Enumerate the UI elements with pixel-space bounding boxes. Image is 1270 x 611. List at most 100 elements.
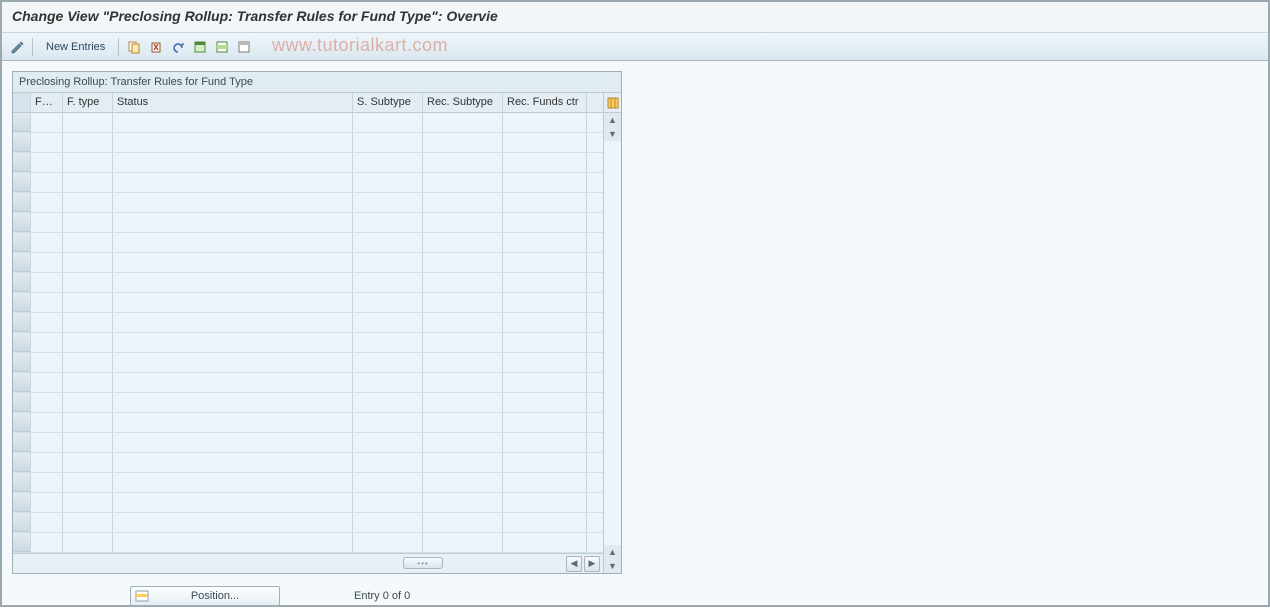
cell-ftype[interactable] <box>63 493 113 512</box>
row-selector[interactable] <box>13 253 31 272</box>
cell-rec-subtype[interactable] <box>423 513 503 532</box>
cell-ftype[interactable] <box>63 353 113 372</box>
cell-s-subtype[interactable] <box>353 153 423 172</box>
cell-fm[interactable] <box>31 413 63 432</box>
cell-rec-subtype[interactable] <box>423 293 503 312</box>
cell-status[interactable] <box>113 533 353 552</box>
cell-status[interactable] <box>113 353 353 372</box>
row-selector[interactable] <box>13 453 31 472</box>
row-selector[interactable] <box>13 233 31 252</box>
row-selector[interactable] <box>13 513 31 532</box>
table-row[interactable] <box>13 313 603 333</box>
position-button[interactable]: Position... <box>130 586 280 606</box>
cell-s-subtype[interactable] <box>353 253 423 272</box>
cell-fm[interactable] <box>31 433 63 452</box>
cell-rec-funds-ctr[interactable] <box>503 533 587 552</box>
cell-ftype[interactable] <box>63 393 113 412</box>
cell-ftype[interactable] <box>63 313 113 332</box>
cell-status[interactable] <box>113 453 353 472</box>
table-row[interactable] <box>13 373 603 393</box>
cell-ftype[interactable] <box>63 473 113 492</box>
row-selector[interactable] <box>13 493 31 512</box>
copy-icon[interactable] <box>125 38 143 56</box>
vscroll-track[interactable] <box>604 141 621 545</box>
cell-s-subtype[interactable] <box>353 433 423 452</box>
cell-s-subtype[interactable] <box>353 513 423 532</box>
cell-rec-funds-ctr[interactable] <box>503 253 587 272</box>
hscroll-right-button[interactable]: ▶ <box>584 556 600 572</box>
cell-fm[interactable] <box>31 533 63 552</box>
cell-rec-subtype[interactable] <box>423 333 503 352</box>
cell-ftype[interactable] <box>63 193 113 212</box>
cell-ftype[interactable] <box>63 513 113 532</box>
table-settings-icon[interactable] <box>604 93 621 113</box>
undo-icon[interactable] <box>169 38 187 56</box>
cell-fm[interactable] <box>31 293 63 312</box>
table-row[interactable] <box>13 133 603 153</box>
vscroll-up-button-2[interactable]: ▲ <box>604 545 621 559</box>
cell-s-subtype[interactable] <box>353 313 423 332</box>
cell-fm[interactable] <box>31 253 63 272</box>
cell-fm[interactable] <box>31 173 63 192</box>
cell-ftype[interactable] <box>63 453 113 472</box>
row-selector[interactable] <box>13 113 31 132</box>
cell-rec-funds-ctr[interactable] <box>503 413 587 432</box>
cell-fm[interactable] <box>31 153 63 172</box>
vscroll-up-button[interactable]: ▲ <box>604 113 621 127</box>
cell-status[interactable] <box>113 113 353 132</box>
cell-fm[interactable] <box>31 513 63 532</box>
cell-s-subtype[interactable] <box>353 213 423 232</box>
cell-status[interactable] <box>113 473 353 492</box>
table-row[interactable] <box>13 493 603 513</box>
select-all-icon[interactable] <box>191 38 209 56</box>
cell-rec-funds-ctr[interactable] <box>503 173 587 192</box>
cell-rec-funds-ctr[interactable] <box>503 313 587 332</box>
row-selector[interactable] <box>13 213 31 232</box>
cell-fm[interactable] <box>31 373 63 392</box>
cell-s-subtype[interactable] <box>353 453 423 472</box>
toggle-change-icon[interactable] <box>8 38 26 56</box>
table-row[interactable] <box>13 193 603 213</box>
cell-s-subtype[interactable] <box>353 113 423 132</box>
cell-ftype[interactable] <box>63 113 113 132</box>
table-row[interactable] <box>13 513 603 533</box>
table-row[interactable] <box>13 393 603 413</box>
cell-fm[interactable] <box>31 113 63 132</box>
cell-rec-funds-ctr[interactable] <box>503 373 587 392</box>
table-row[interactable] <box>13 413 603 433</box>
cell-rec-subtype[interactable] <box>423 413 503 432</box>
cell-ftype[interactable] <box>63 373 113 392</box>
row-selector[interactable] <box>13 313 31 332</box>
row-selector[interactable] <box>13 393 31 412</box>
cell-status[interactable] <box>113 193 353 212</box>
row-selector[interactable] <box>13 433 31 452</box>
cell-fm[interactable] <box>31 233 63 252</box>
cell-s-subtype[interactable] <box>353 413 423 432</box>
row-selector[interactable] <box>13 333 31 352</box>
deselect-all-icon[interactable] <box>235 38 253 56</box>
cell-status[interactable] <box>113 493 353 512</box>
cell-s-subtype[interactable] <box>353 373 423 392</box>
column-header-s-subtype[interactable]: S. Subtype <box>353 93 423 112</box>
cell-fm[interactable] <box>31 133 63 152</box>
cell-s-subtype[interactable] <box>353 393 423 412</box>
cell-status[interactable] <box>113 313 353 332</box>
row-selector[interactable] <box>13 373 31 392</box>
cell-s-subtype[interactable] <box>353 333 423 352</box>
column-header-rec-funds-ctr[interactable]: Rec. Funds ctr <box>503 93 587 112</box>
cell-s-subtype[interactable] <box>353 353 423 372</box>
cell-rec-funds-ctr[interactable] <box>503 393 587 412</box>
cell-rec-subtype[interactable] <box>423 253 503 272</box>
row-selector[interactable] <box>13 353 31 372</box>
cell-s-subtype[interactable] <box>353 193 423 212</box>
row-selector[interactable] <box>13 533 31 552</box>
delete-icon[interactable] <box>147 38 165 56</box>
cell-status[interactable] <box>113 373 353 392</box>
cell-ftype[interactable] <box>63 133 113 152</box>
cell-rec-subtype[interactable] <box>423 433 503 452</box>
cell-rec-funds-ctr[interactable] <box>503 213 587 232</box>
cell-ftype[interactable] <box>63 273 113 292</box>
cell-status[interactable] <box>113 273 353 292</box>
cell-s-subtype[interactable] <box>353 273 423 292</box>
cell-rec-funds-ctr[interactable] <box>503 453 587 472</box>
